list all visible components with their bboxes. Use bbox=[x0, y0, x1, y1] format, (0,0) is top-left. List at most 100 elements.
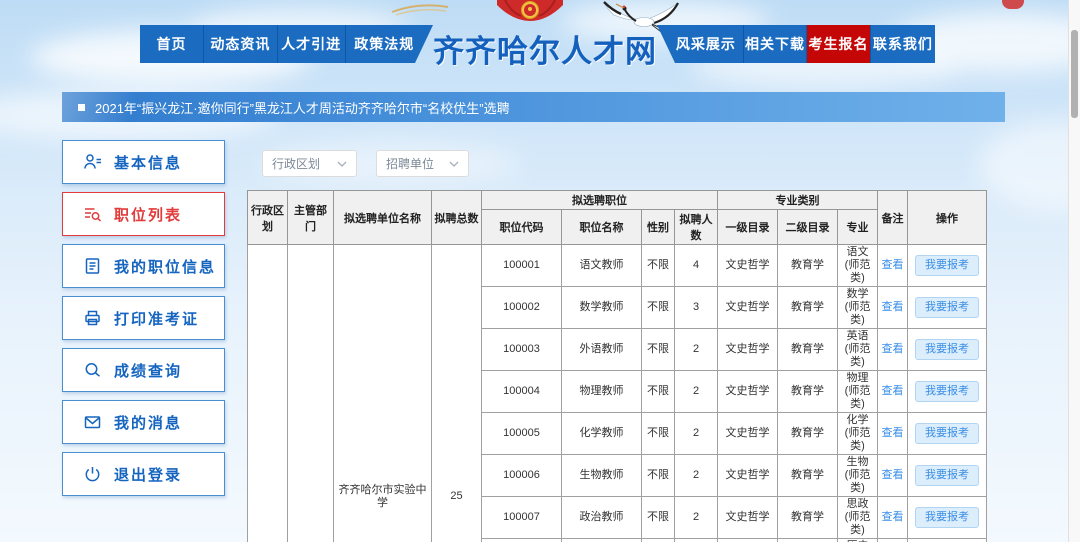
cell-cat1: 文史哲学 bbox=[718, 371, 778, 413]
cell-action: 我要报考 bbox=[908, 287, 987, 329]
cell-name: 化学教师 bbox=[562, 413, 642, 455]
cell-code: 100002 bbox=[482, 287, 562, 329]
sidebar-item-print-ticket[interactable]: 打印准考证 bbox=[62, 296, 225, 340]
cell-name: 物理教师 bbox=[562, 371, 642, 413]
cell-code: 100001 bbox=[482, 245, 562, 287]
cell-action: 我要报考 bbox=[908, 245, 987, 287]
scrollbar-thumb[interactable] bbox=[1071, 30, 1078, 118]
view-link[interactable]: 查看 bbox=[882, 301, 904, 313]
cell-action: 我要报考 bbox=[908, 539, 987, 542]
page: 首页动态资讯人才引进政策法规 齐齐哈尔人才网 风采展示相关下载考生报名联系我们 … bbox=[0, 0, 1080, 542]
announcement-text: 2021年“振兴龙江·邀你同行”黑龙江人才周活动齐齐哈尔市“名校优生”选聘 bbox=[95, 98, 510, 117]
gold-ribbon-decoration bbox=[390, 0, 452, 16]
cell-cat2: 教育学 bbox=[778, 497, 838, 539]
cell-gender: 不限 bbox=[642, 287, 675, 329]
cloud-decoration bbox=[980, 120, 1080, 210]
cell-major: 语文(师范类) bbox=[838, 245, 878, 287]
cell-note: 查看 bbox=[878, 539, 908, 542]
employer-filter-value: 招聘单位 bbox=[386, 155, 434, 172]
sidebar-item-basic-info[interactable]: 基本信息 bbox=[62, 140, 225, 184]
emblem-decoration bbox=[497, 0, 563, 21]
region-filter-select[interactable]: 行政区划 bbox=[262, 150, 357, 177]
search-icon bbox=[83, 361, 102, 379]
cell-code: 100007 bbox=[482, 497, 562, 539]
view-link[interactable]: 查看 bbox=[882, 511, 904, 523]
cell-cat1: 文史哲学 bbox=[718, 539, 778, 542]
cell-cat2: 教育学 bbox=[778, 539, 838, 542]
cell-count: 2 bbox=[675, 413, 718, 455]
header-cat2: 二级目录 bbox=[778, 210, 838, 245]
nav-item-right-2[interactable]: 考生报名 bbox=[807, 25, 870, 63]
sidebar-item-my-messages[interactable]: 我的消息 bbox=[62, 400, 225, 444]
announcement-banner[interactable]: 2021年“振兴龙江·邀你同行”黑龙江人才周活动齐齐哈尔市“名校优生”选聘 bbox=[62, 92, 1005, 122]
header-cat1: 一级目录 bbox=[718, 210, 778, 245]
view-link[interactable]: 查看 bbox=[882, 469, 904, 481]
view-link[interactable]: 查看 bbox=[882, 259, 904, 271]
user-icon bbox=[83, 153, 102, 171]
cell-code: 100008 bbox=[482, 539, 562, 542]
cell-cat1: 文史哲学 bbox=[718, 287, 778, 329]
employer-filter-select[interactable]: 招聘单位 bbox=[376, 150, 469, 177]
apply-button[interactable]: 我要报考 bbox=[915, 507, 979, 528]
header-gender: 性别 bbox=[642, 210, 675, 245]
apply-button[interactable]: 我要报考 bbox=[915, 381, 979, 402]
nav-item-right-1[interactable]: 相关下载 bbox=[744, 25, 807, 63]
apply-button[interactable]: 我要报考 bbox=[915, 297, 979, 318]
nav-item-right-3[interactable]: 联系我们 bbox=[871, 25, 935, 63]
header-action: 操作 bbox=[908, 191, 987, 245]
nav-item-left-3[interactable]: 政策法规 bbox=[346, 25, 433, 63]
cell-count: 2 bbox=[675, 371, 718, 413]
header-department: 主管部门 bbox=[288, 191, 334, 245]
apply-button[interactable]: 我要报考 bbox=[915, 423, 979, 444]
sidebar-item-label: 我的消息 bbox=[114, 412, 182, 433]
cell-cat2: 教育学 bbox=[778, 455, 838, 497]
cell-note: 查看 bbox=[878, 329, 908, 371]
nav-item-left-2[interactable]: 人才引进 bbox=[278, 25, 346, 63]
chevron-down-icon bbox=[337, 161, 347, 167]
cell-count: 2 bbox=[675, 329, 718, 371]
cell-gender: 不限 bbox=[642, 413, 675, 455]
cell-action: 我要报考 bbox=[908, 497, 987, 539]
cell-note: 查看 bbox=[878, 413, 908, 455]
view-link[interactable]: 查看 bbox=[882, 385, 904, 397]
cell-name: 外语教师 bbox=[562, 329, 642, 371]
sidebar-item-label: 职位列表 bbox=[114, 204, 182, 225]
cell-name: 数学教师 bbox=[562, 287, 642, 329]
cell-note: 查看 bbox=[878, 245, 908, 287]
cell-cat1: 文史哲学 bbox=[718, 329, 778, 371]
cell-cat2: 教育学 bbox=[778, 371, 838, 413]
sidebar-item-label: 退出登录 bbox=[114, 464, 182, 485]
nav-item-right-0[interactable]: 风采展示 bbox=[657, 25, 744, 63]
cell-name: 政治教师 bbox=[562, 497, 642, 539]
sidebar-item-my-positions[interactable]: 我的职位信息 bbox=[62, 244, 225, 288]
header-count: 拟聘人数 bbox=[675, 210, 718, 245]
cell-count: 2 bbox=[675, 539, 718, 542]
apply-button[interactable]: 我要报考 bbox=[915, 255, 979, 276]
cell-cat2: 教育学 bbox=[778, 245, 838, 287]
sidebar-item-label: 打印准考证 bbox=[114, 308, 199, 329]
cell-name: 语文教师 bbox=[562, 245, 642, 287]
cell-code: 100005 bbox=[482, 413, 562, 455]
cell-major: 数学(师范类) bbox=[838, 287, 878, 329]
header-total: 拟聘总数 bbox=[432, 191, 482, 245]
nav-item-left-1[interactable]: 动态资讯 bbox=[204, 25, 278, 63]
cell-action: 我要报考 bbox=[908, 455, 987, 497]
cell-action: 我要报考 bbox=[908, 371, 987, 413]
table-body: 齐齐哈尔市实验中学25100001语文教师不限4文史哲学教育学语文(师范类)查看… bbox=[248, 245, 987, 542]
header-note: 备注 bbox=[878, 191, 908, 245]
view-link[interactable]: 查看 bbox=[882, 427, 904, 439]
cell-major: 化学(师范类) bbox=[838, 413, 878, 455]
filter-bar: 行政区划 招聘单位 bbox=[262, 150, 469, 177]
cell-note: 查看 bbox=[878, 497, 908, 539]
sidebar-item-job-list[interactable]: 职位列表 bbox=[62, 192, 225, 236]
header-major: 专业 bbox=[838, 210, 878, 245]
apply-button[interactable]: 我要报考 bbox=[915, 339, 979, 360]
header-major-group: 专业类别 bbox=[718, 191, 878, 210]
cell-count: 4 bbox=[675, 245, 718, 287]
apply-button[interactable]: 我要报考 bbox=[915, 465, 979, 486]
sidebar-item-logout[interactable]: 退出登录 bbox=[62, 452, 225, 496]
sidebar-item-score-query[interactable]: 成绩查询 bbox=[62, 348, 225, 392]
nav-item-left-0[interactable]: 首页 bbox=[140, 25, 204, 63]
view-link[interactable]: 查看 bbox=[882, 343, 904, 355]
scrollbar-track[interactable] bbox=[1068, 0, 1080, 542]
